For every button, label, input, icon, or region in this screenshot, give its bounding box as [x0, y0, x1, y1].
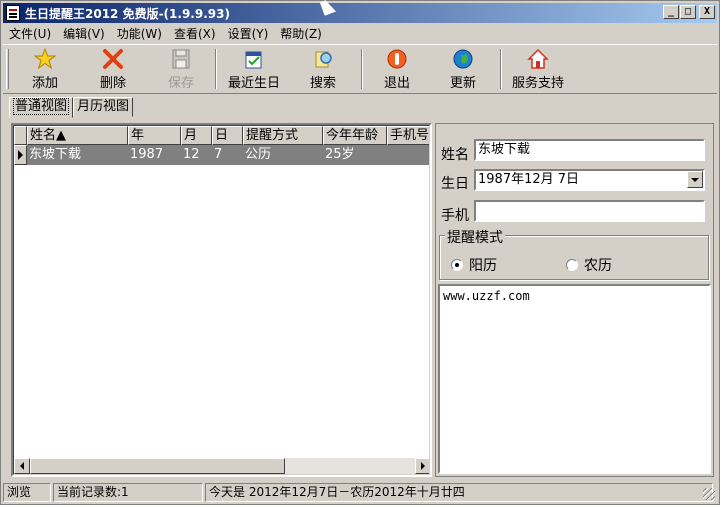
column-header-age[interactable]: 今年年龄 [323, 126, 387, 145]
status-mode: 浏览 [3, 483, 51, 502]
update-label: 更新 [449, 76, 476, 91]
calendar-check-icon [243, 48, 265, 70]
row-indicator-icon [14, 145, 27, 165]
app-icon [6, 5, 20, 21]
detail-panel: 姓名 东坡下载 生日 1987年12月 7日 手机 提醒模式 阳历 农历 www… [435, 123, 714, 477]
close-button[interactable]: X [699, 5, 715, 19]
cell-name[interactable]: 东坡下载 [27, 145, 128, 165]
cell-phone[interactable] [387, 145, 429, 165]
menu-edit[interactable]: 编辑(V) [57, 25, 111, 42]
column-header-month[interactable]: 月 [181, 126, 212, 145]
search-button[interactable]: 搜索 [303, 48, 343, 92]
grid-header: 姓名▲ 年 月 日 提醒方式 今年年龄 手机号 [14, 126, 429, 145]
menu-help[interactable]: 帮助(Z) [274, 25, 328, 42]
power-icon [386, 48, 408, 70]
search-label: 搜索 [309, 76, 336, 91]
phone-field[interactable] [474, 200, 705, 222]
horizontal-scrollbar[interactable] [14, 458, 429, 474]
toolbar: 添加 删除 保存 最近生日 搜索 退出 更新 服务支持 [3, 44, 717, 94]
table-row[interactable]: 东坡下载 1987 12 7 公历 25岁 [14, 145, 429, 165]
app-window: 生日提醒王2012 免费版-(1.9.9.93) _ □ X 文件(U) 编辑(… [0, 0, 720, 505]
scroll-left-button[interactable] [14, 458, 30, 474]
cell-age[interactable]: 25岁 [323, 145, 387, 165]
star-icon [34, 48, 56, 70]
status-today: 今天是 2012年12月7日－农历2012年十月廿四 [205, 483, 713, 502]
grid-corner [14, 126, 27, 145]
recent-birthday-label: 最近生日 [227, 76, 280, 91]
arrow-right-icon [421, 462, 425, 470]
scroll-right-button[interactable] [415, 458, 429, 474]
delete-label: 删除 [99, 76, 126, 91]
remind-mode-group: 提醒模式 阳历 农历 [439, 227, 709, 280]
radio-solar[interactable]: 阳历 [451, 255, 497, 275]
tab-normal-view-label: 普通视图 [13, 98, 70, 115]
toolbar-separator [361, 49, 363, 89]
birthday-combobox[interactable]: 1987年12月 7日 [474, 169, 705, 191]
exit-button[interactable]: 退出 [377, 48, 417, 92]
delete-button[interactable]: 删除 [91, 48, 135, 92]
column-header-day[interactable]: 日 [212, 126, 243, 145]
save-label: 保存 [167, 76, 194, 91]
chevron-down-icon [691, 177, 699, 182]
phone-label: 手机 [441, 208, 469, 224]
exit-label: 退出 [383, 76, 410, 91]
tab-normal-view[interactable]: 普通视图 [9, 97, 74, 118]
name-label: 姓名 [441, 147, 469, 163]
toolbar-separator [215, 49, 217, 89]
cell-year[interactable]: 1987 [128, 145, 181, 165]
scroll-thumb[interactable] [30, 458, 285, 474]
update-button[interactable]: 更新 [443, 48, 483, 92]
recent-birthday-button[interactable]: 最近生日 [222, 48, 286, 92]
toolbar-grip[interactable] [6, 49, 9, 89]
cell-month[interactable]: 12 [181, 145, 212, 165]
record-grid: 姓名▲ 年 月 日 提醒方式 今年年龄 手机号 东坡下载 1987 12 7 公… [11, 123, 432, 477]
service-support-button[interactable]: 服务支持 [506, 48, 570, 92]
search-icon [312, 48, 334, 70]
window-controls: _ □ X [663, 5, 715, 19]
radio-solar-dot [451, 259, 463, 271]
column-header-phone[interactable]: 手机号 [387, 126, 429, 145]
menu-settings[interactable]: 设置(Y) [222, 25, 275, 42]
add-label: 添加 [31, 76, 58, 91]
memo-textarea[interactable]: www.uzzf.com [438, 284, 711, 474]
menu-file[interactable]: 文件(U) [3, 25, 57, 42]
service-support-label: 服务支持 [511, 76, 564, 91]
radio-solar-label: 阳历 [469, 258, 497, 274]
scroll-track[interactable] [285, 458, 415, 474]
menu-bar: 文件(U) 编辑(V) 功能(W) 查看(X) 设置(Y) 帮助(Z) [3, 24, 328, 43]
menu-function[interactable]: 功能(W) [111, 25, 168, 42]
name-field[interactable]: 东坡下载 [474, 139, 705, 161]
floppy-disk-icon [170, 48, 192, 70]
status-record-count: 当前记录数:1 [53, 483, 203, 502]
birthday-label: 生日 [441, 176, 469, 192]
save-button[interactable]: 保存 [159, 48, 203, 92]
radio-lunar-label: 农历 [584, 258, 612, 274]
window-title: 生日提醒王2012 免费版-(1.9.9.93) [25, 6, 230, 21]
minimize-button[interactable]: _ [663, 5, 679, 19]
add-button[interactable]: 添加 [23, 48, 67, 92]
toolbar-separator [500, 49, 502, 89]
column-header-year[interactable]: 年 [128, 126, 181, 145]
resize-grip[interactable] [703, 488, 715, 500]
column-header-remind-mode[interactable]: 提醒方式 [243, 126, 323, 145]
cell-remind-mode[interactable]: 公历 [243, 145, 323, 165]
tab-calendar-view-label: 月历视图 [77, 99, 130, 114]
radio-lunar[interactable]: 农历 [566, 255, 612, 275]
column-header-name[interactable]: 姓名▲ [27, 126, 128, 145]
cell-day[interactable]: 7 [212, 145, 243, 165]
radio-lunar-dot [566, 259, 578, 271]
status-bar: 浏览 当前记录数:1 今天是 2012年12月7日－农历2012年十月廿四 [3, 483, 717, 502]
arrow-left-icon [20, 462, 24, 470]
menu-view[interactable]: 查看(X) [168, 25, 222, 42]
view-tabs: 普通视图 月历视图 [9, 97, 134, 118]
globe-icon [452, 48, 474, 70]
tab-calendar-view[interactable]: 月历视图 [73, 97, 134, 117]
maximize-button[interactable]: □ [680, 5, 696, 19]
delete-x-icon [102, 48, 124, 70]
dropdown-button[interactable] [687, 171, 703, 188]
home-icon [527, 48, 549, 70]
birthday-value: 1987年12月 7日 [478, 172, 580, 187]
remind-mode-title: 提醒模式 [445, 227, 505, 247]
title-bar: 生日提醒王2012 免费版-(1.9.9.93) _ □ X [3, 3, 717, 23]
